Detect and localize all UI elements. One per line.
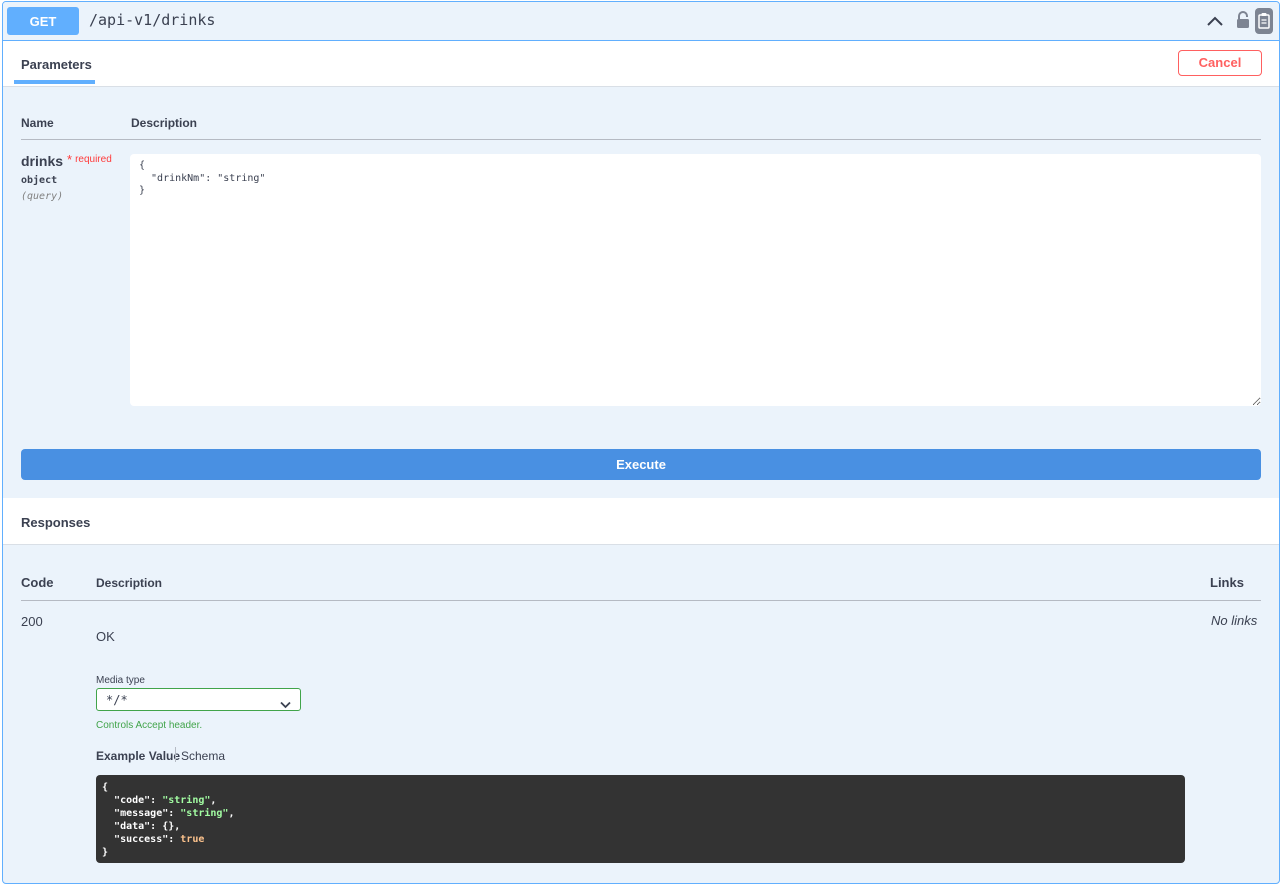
chevron-up-icon[interactable] [1206,12,1224,35]
json-key: "code" [114,795,151,806]
divider [21,139,1261,140]
cancel-button[interactable]: Cancel [1178,50,1262,76]
media-type-label: Media type [96,675,145,686]
tab-example-value[interactable]: Example Value [96,749,180,763]
tab-schema[interactable]: Schema [181,749,225,763]
column-header-description: Description [131,116,198,130]
tab-active-indicator [14,80,95,84]
lock-icon[interactable] [1236,11,1250,34]
execute-button[interactable]: Execute [21,449,1261,480]
media-type-value: */* [106,693,128,707]
parameter-name: drinks [21,153,64,169]
json-value: true [180,834,205,845]
json-value: {} [162,821,175,832]
response-code: 200 [21,614,43,629]
method-badge: GET [7,7,79,35]
clipboard-icon[interactable] [1255,8,1273,34]
operation-summary[interactable]: GET /api-v1/drinks [3,2,1279,41]
required-marker: * required [67,152,112,167]
json-comma: , [174,821,181,832]
controls-accept-note: Controls Accept header. [96,720,203,731]
required-star: * [67,152,73,167]
json-close-brace: } [102,847,109,858]
parameter-location: (query) [21,191,64,202]
response-links: No links [1211,613,1258,628]
parameters-tabbar: Parameters Cancel [3,41,1279,87]
column-header-code: Code [21,575,54,590]
responses-title: Responses [21,515,91,530]
tab-parameters[interactable]: Parameters [21,57,92,72]
media-type-select[interactable]: */* [96,688,301,711]
chevron-down-icon [280,696,291,714]
column-header-response-description: Description [96,576,163,590]
required-label: required [75,154,112,165]
divider [21,600,1261,601]
json-key: "success" [114,834,169,845]
operation-block: GET /api-v1/drinks Parameters Cancel Nam… [2,1,1280,884]
json-key: "message" [114,808,169,819]
parameter-type: object [21,175,58,186]
responses-header: Responses [3,498,1279,545]
json-value: "string" [162,795,211,806]
json-comma: , [228,808,235,819]
json-value: "string" [180,808,229,819]
json-comma: , [210,795,217,806]
json-key: "data" [114,821,151,832]
operation-path: /api-v1/drinks [89,11,216,29]
json-open-brace: { [102,782,109,793]
column-header-links: Links [1210,575,1244,590]
parameter-value-textarea[interactable] [130,154,1261,406]
example-value-code: { "code": "string", "message": "string",… [96,775,1185,863]
column-header-name: Name [21,116,54,130]
tab-separator [175,747,176,762]
response-description: OK [96,629,115,644]
